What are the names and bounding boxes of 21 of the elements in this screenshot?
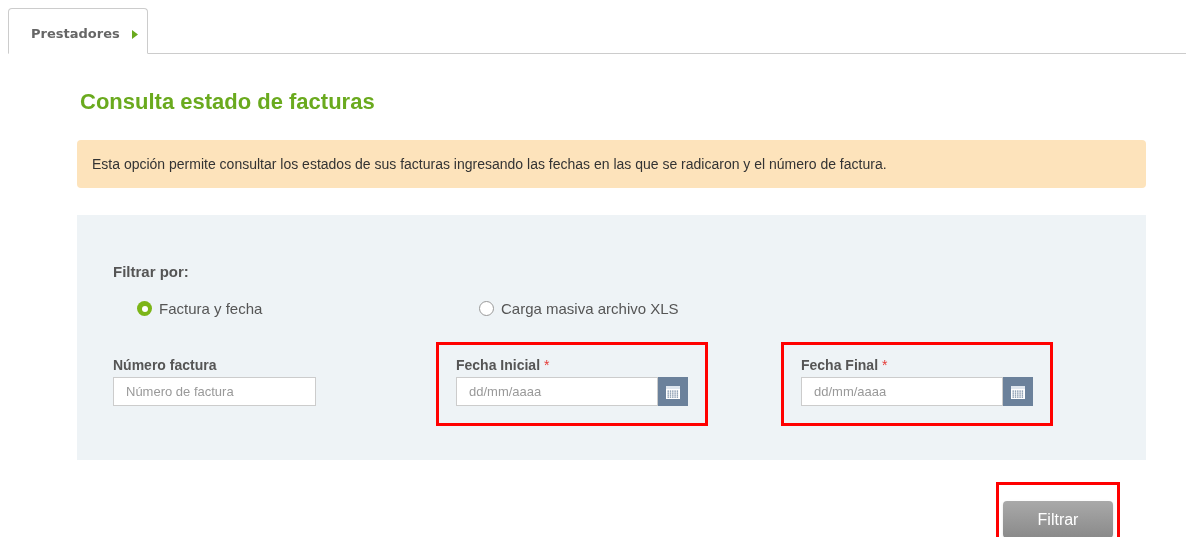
tab[interactable]: Prestadores [8,8,148,54]
info-notice: Esta opción permite consultar los estados de sus facturas ingresando las fechas en las que se radicaron y el número de factura. [77,140,1146,188]
field-label: Fecha Final [801,355,879,375]
date-field[interactable]: dd/mm/aaaa [801,377,1003,406]
radio-icon[interactable] [137,301,152,317]
input-field[interactable]: Número de factura [113,377,316,406]
page-title: Consulta estado de facturas [80,88,376,116]
required-asterisk: * [544,355,550,375]
calendar-button[interactable] [1003,377,1033,406]
calendar-button[interactable] [658,377,688,406]
radio-option[interactable]: Carga masiva archivo XLS [479,297,679,320]
field-label: Fecha Inicial [456,355,541,375]
radio-option[interactable]: Factura y fecha [137,297,479,320]
field-label: Número factura [113,355,217,375]
date-field[interactable]: dd/mm/aaaa [456,377,658,406]
triangle-icon [131,29,138,39]
required-asterisk: * [882,355,888,375]
calendar-icon [665,383,681,400]
radio-icon[interactable] [479,301,494,317]
filter-label: Filtrar por: [113,262,190,282]
calendar-icon [1010,383,1026,400]
